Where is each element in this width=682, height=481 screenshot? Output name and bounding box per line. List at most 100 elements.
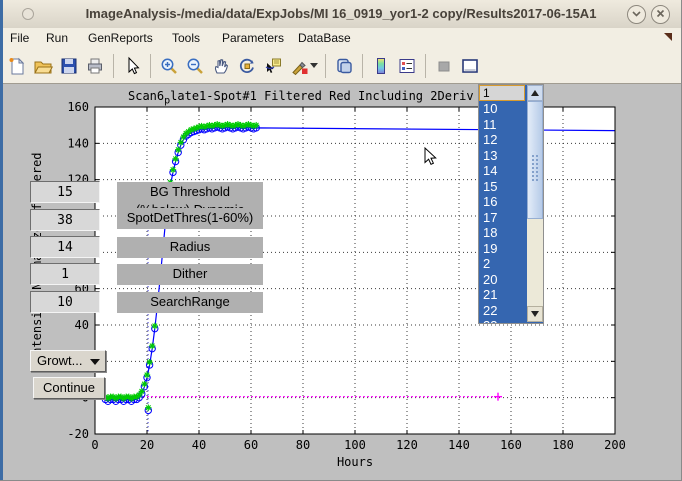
radius-input[interactable] [30,236,100,258]
dropdown-option[interactable]: 17 [479,210,527,226]
scrollbar-grip-icon [531,154,540,182]
insert-legend-button[interactable] [394,53,420,79]
spotdetthres-label: SpotDetThres(1-60%) [117,208,263,229]
spotdetthres-input[interactable] [30,209,100,231]
scrollbar-thumb[interactable] [527,101,543,219]
dropdown-option[interactable]: 22 [479,303,527,319]
dropdown-option[interactable]: 23 [479,318,527,323]
bg-threshold-input[interactable] [30,181,100,203]
disabled-tool-icon [434,56,454,76]
insert-colorbar-button[interactable] [368,53,394,79]
plot-title: Scan6plate1-Spot#1 Filtered Red Includin… [128,89,495,106]
pointer-icon [122,56,142,76]
open-file-button[interactable] [30,53,56,79]
minimize-button[interactable] [627,5,646,24]
plot-tools-icon [460,56,480,76]
pan-hand-icon [211,56,231,76]
dropdown-option[interactable]: 16 [479,194,527,210]
dropdown-option[interactable]: 20 [479,272,527,288]
dropdown-scrollbar[interactable] [527,85,543,323]
menu-tools[interactable]: Tools [172,31,200,45]
scrollbar-track[interactable] [527,219,543,306]
dropdown-option[interactable]: 11 [479,117,527,133]
zoom-out-button[interactable] [182,53,208,79]
bg-threshold-label: BG Threshold [117,182,263,203]
menu-database[interactable]: DataBase [298,31,351,45]
brush-dropdown-icon[interactable] [310,63,318,68]
legend-icon [397,56,417,76]
searchrange-label: SearchRange [117,292,263,313]
titlebar[interactable]: ImageAnalysis-/media/data/ExpJobs/MI 16_… [0,0,682,29]
data-cursor-icon [263,56,283,76]
dropdown-option[interactable]: 14 [479,163,527,179]
dropdown-list[interactable]: 10111213141516171819220212223 [479,101,527,323]
menu-file[interactable]: File [10,31,29,45]
dropdown-option[interactable]: 2 [479,256,527,272]
radius-label: Radius [117,237,263,258]
toolbar-separator [150,54,151,78]
dropdown-selected-value[interactable]: 1 [479,85,525,101]
dither-input[interactable] [30,263,100,285]
dropdown-option[interactable]: 12 [479,132,527,148]
dropdown-option[interactable]: 13 [479,148,527,164]
growth-popup-label: Growt... [37,353,83,368]
toolbar-separator [362,54,363,78]
toolbar-separator [425,54,426,78]
menu-genreports[interactable]: GenReports [88,31,153,45]
arrow-up-icon [531,90,539,96]
link-plots-icon [334,56,354,76]
scan-number-dropdown[interactable]: 1 10111213141516171819220212223 [478,84,544,324]
colorbar-icon [371,56,391,76]
window-title: ImageAnalysis-/media/data/ExpJobs/MI 16_… [0,6,682,21]
plot-title-post: late1-Spot#1 Filtered Red Including 2Der… [170,89,495,103]
growth-popup-button[interactable]: Growt... [30,350,106,372]
menu-overflow-icon[interactable] [664,33,672,41]
popup-arrow-icon [90,359,100,365]
save-floppy-icon [59,56,79,76]
pointer-tool-button[interactable] [119,53,145,79]
scrollbar-down-button[interactable] [527,306,543,322]
pan-tool-button[interactable] [208,53,234,79]
dropdown-option[interactable]: 10 [479,101,527,117]
continue-button[interactable]: Continue [33,377,105,399]
zoom-in-button[interactable] [156,53,182,79]
menu-parameters[interactable]: Parameters [222,31,284,45]
menu-run[interactable]: Run [46,31,68,45]
dropdown-option[interactable]: 19 [479,241,527,257]
rotate-3d-icon [237,56,257,76]
link-plots-button[interactable] [331,53,357,79]
dropdown-option[interactable]: 15 [479,179,527,195]
searchrange-input[interactable] [30,291,100,313]
toolbar-separator [113,54,114,78]
close-button[interactable] [651,5,670,24]
chevron-down-icon [629,6,644,21]
open-folder-icon [33,56,53,76]
brush-data-button[interactable] [286,53,320,79]
menubar: File Run GenReports Tools Parameters Dat… [0,28,682,48]
disabled-tool-button [431,53,457,79]
zoom-out-icon [185,56,205,76]
rotate-3d-button[interactable] [234,53,260,79]
save-button[interactable] [56,53,82,79]
toolbar-separator [325,54,326,78]
zoom-in-icon [159,56,179,76]
print-button[interactable] [82,53,108,79]
dropdown-option[interactable]: 21 [479,287,527,303]
new-document-button[interactable] [4,53,30,79]
plot-tools-button[interactable] [457,53,483,79]
printer-icon [85,56,105,76]
arrow-down-icon [531,311,539,317]
toolbar [0,48,682,84]
app-window: ImageAnalysis-/media/data/ExpJobs/MI 16_… [0,0,682,481]
close-icon [653,6,668,21]
mouse-cursor [424,147,438,167]
figure-canvas[interactable] [0,84,682,481]
dropdown-option[interactable]: 18 [479,225,527,241]
brush-icon [289,56,309,76]
plot-title-pre: Scan6 [128,89,164,103]
data-cursor-button[interactable] [260,53,286,79]
dither-label: Dither [117,264,263,285]
continue-label: Continue [43,380,95,395]
scrollbar-up-button[interactable] [527,85,543,101]
new-document-icon [7,56,27,76]
